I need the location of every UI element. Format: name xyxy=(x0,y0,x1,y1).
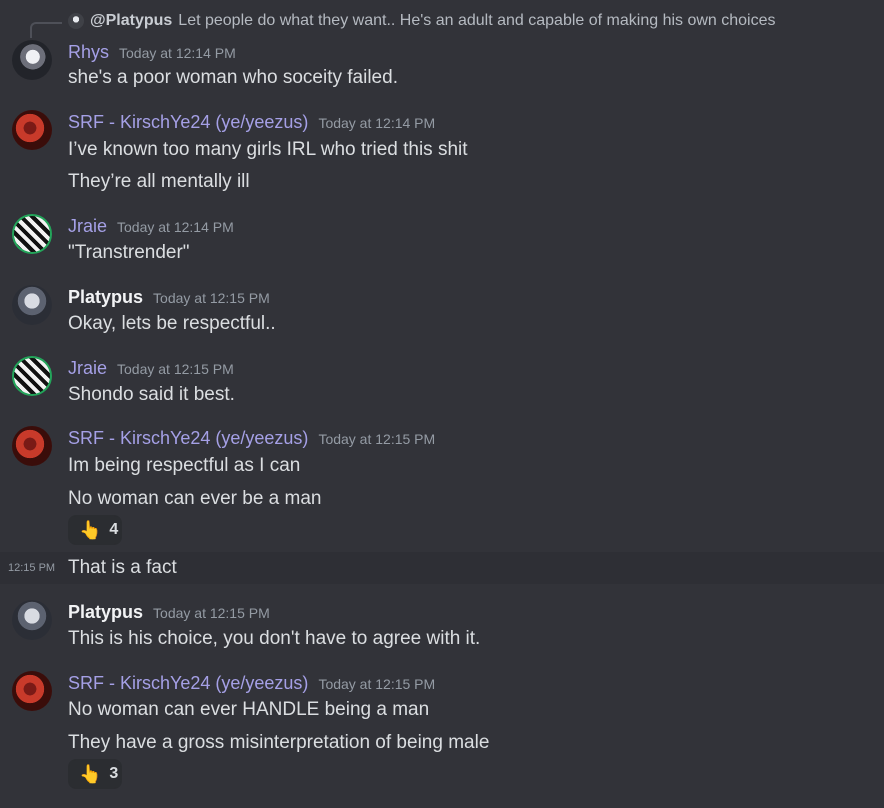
message-text: I’ve known too many girls IRL who tried … xyxy=(68,139,468,160)
reaction-pointing-up[interactable]: 👆 4 xyxy=(68,515,122,545)
pointing-up-emoji-icon: 👆 xyxy=(79,519,102,540)
pointing-up-emoji-icon: 👆 xyxy=(79,763,102,784)
timestamp: Today at 12:15 PM xyxy=(318,431,436,447)
message-header: Jraie Today at 12:15 PM xyxy=(68,358,234,379)
author-name[interactable]: SRF - KirschYe24 (ye/yeezus) xyxy=(68,428,308,449)
reaction-count: 4 xyxy=(109,521,119,538)
author-name[interactable]: Jraie xyxy=(68,216,107,237)
message-text: No woman can ever be a man xyxy=(68,488,322,509)
reply-text: Let people do what they want.. He's an a… xyxy=(178,12,776,29)
avatar[interactable] xyxy=(12,40,52,80)
message-text: This is his choice, you don't have to ag… xyxy=(68,628,481,649)
author-name[interactable]: SRF - KirschYe24 (ye/yeezus) xyxy=(68,673,308,694)
reaction-pointing-up[interactable]: 👆 3 xyxy=(68,759,122,789)
avatar[interactable] xyxy=(12,600,52,640)
avatar[interactable] xyxy=(12,671,52,711)
timestamp: Today at 12:15 PM xyxy=(153,290,270,306)
avatar[interactable] xyxy=(12,214,52,254)
message-text: Im being respectful as I can xyxy=(68,455,301,476)
timestamp: Today at 12:15 PM xyxy=(318,676,436,692)
timestamp: Today at 12:14 PM xyxy=(318,115,436,131)
message-text: That is a fact xyxy=(68,557,177,578)
author-name[interactable]: SRF - KirschYe24 (ye/yeezus) xyxy=(68,112,308,133)
message-text: They have a gross misinterpretation of b… xyxy=(68,732,490,753)
message-header: Platypus Today at 12:15 PM xyxy=(68,602,270,623)
reply-preview[interactable]: @Platypus Let people do what they want..… xyxy=(68,12,776,30)
author-name[interactable]: Jraie xyxy=(68,358,107,379)
message-header: Rhys Today at 12:14 PM xyxy=(68,42,236,63)
author-name[interactable]: Rhys xyxy=(68,42,109,63)
chat-messages: @Platypus Let people do what they want..… xyxy=(0,0,884,808)
reply-avatar xyxy=(68,13,84,29)
timestamp: Today at 12:14 PM xyxy=(119,45,236,61)
avatar[interactable] xyxy=(12,426,52,466)
avatar[interactable] xyxy=(12,110,52,150)
message-header: SRF - KirschYe24 (ye/yeezus) Today at 12… xyxy=(68,673,435,694)
message-text: No woman can ever HANDLE being a man xyxy=(68,699,430,720)
author-name[interactable]: Platypus xyxy=(68,602,143,623)
message-text: They’re all mentally ill xyxy=(68,171,250,192)
reaction-count: 3 xyxy=(109,765,119,782)
reply-spine xyxy=(30,22,62,38)
message-header: Jraie Today at 12:14 PM xyxy=(68,216,234,237)
compact-timestamp: 12:15 PM xyxy=(8,562,56,574)
message-text: Okay, lets be respectful.. xyxy=(68,313,276,334)
reply-author[interactable]: @Platypus xyxy=(90,12,172,30)
author-name[interactable]: Platypus xyxy=(68,287,143,308)
timestamp: Today at 12:15 PM xyxy=(117,361,234,377)
timestamp: Today at 12:14 PM xyxy=(117,219,234,235)
avatar[interactable] xyxy=(12,285,52,325)
message-header: SRF - KirschYe24 (ye/yeezus) Today at 12… xyxy=(68,428,435,449)
message-text: she's a poor woman who soceity failed. xyxy=(68,67,398,88)
message-text: "Transtrender" xyxy=(68,242,190,263)
message-header: Platypus Today at 12:15 PM xyxy=(68,287,270,308)
timestamp: Today at 12:15 PM xyxy=(153,605,270,621)
avatar[interactable] xyxy=(12,356,52,396)
message-header: SRF - KirschYe24 (ye/yeezus) Today at 12… xyxy=(68,112,435,133)
message-text: Shondo said it best. xyxy=(68,384,235,405)
